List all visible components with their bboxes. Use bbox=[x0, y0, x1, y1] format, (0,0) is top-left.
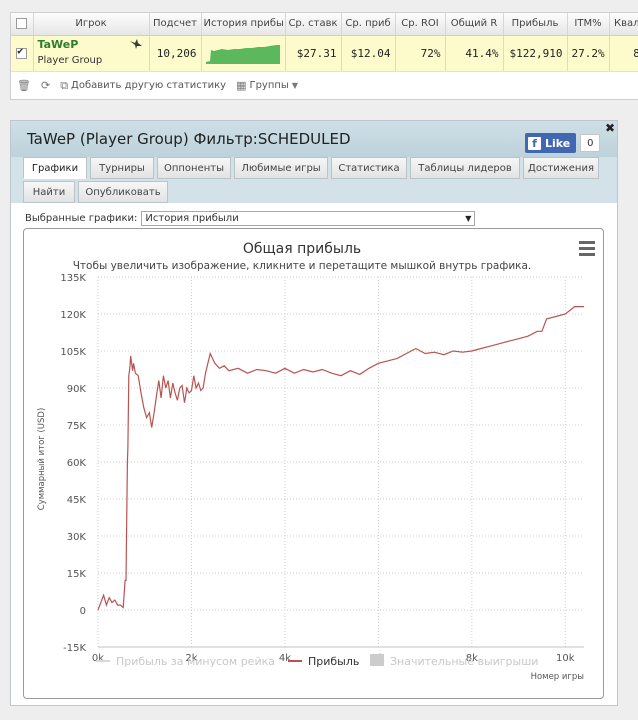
y-tick-label: 60K bbox=[67, 458, 87, 469]
charts-content: Выбранные графики: История прибыли ▼ -15… bbox=[11, 203, 617, 705]
select-all-checkbox[interactable] bbox=[16, 18, 28, 29]
y-tick-label: 0 bbox=[80, 606, 86, 617]
y-tick-label: 15K bbox=[67, 569, 87, 580]
itm-cell: 27.2% bbox=[567, 35, 610, 71]
avg-profit-cell: $12.04 bbox=[341, 35, 396, 71]
col-header-count[interactable]: Подсчет bbox=[149, 13, 202, 36]
series-line-profit bbox=[97, 305, 584, 611]
add-stat-button[interactable]: ⧉ Добавить другую статистику bbox=[60, 79, 226, 93]
chart-select-dropdown[interactable]: История прибыли ▼ bbox=[141, 211, 476, 226]
col-header-history[interactable]: История прибы bbox=[201, 13, 286, 36]
tab-find[interactable]: Найти bbox=[23, 181, 75, 203]
table-toolbar: 🗑 ⟳ ⧉ Добавить другую статистику ▦ Групп… bbox=[11, 71, 638, 99]
quali-cell: 89 bbox=[609, 35, 638, 71]
legend-item-label: Прибыль за минусом рейка bbox=[116, 655, 275, 668]
like-count: 0 bbox=[580, 134, 601, 152]
history-cell bbox=[201, 35, 286, 71]
y-tick-label: -15K bbox=[63, 643, 86, 654]
chart-select-value: История прибыли bbox=[145, 213, 239, 224]
legend-item-label: Значительные выигрыши bbox=[390, 655, 538, 668]
grid-icon: ▦ bbox=[236, 79, 247, 92]
tab-charts[interactable]: Графики bbox=[23, 157, 87, 179]
avg-stake-cell: $27.31 bbox=[285, 35, 342, 71]
y-tick-label: 30K bbox=[67, 532, 87, 543]
tab-bar: Графики Турниры Оппоненты Любимые игры С… bbox=[11, 157, 617, 203]
bird-icon bbox=[129, 38, 142, 49]
trash-icon[interactable]: 🗑 bbox=[17, 79, 31, 92]
col-header-profit[interactable]: Прибыль bbox=[503, 13, 568, 36]
col-header-avg-profit[interactable]: Ср. приб bbox=[341, 13, 396, 36]
tab-achievements[interactable]: Достижения bbox=[523, 157, 599, 179]
x-tick-label: 10k bbox=[556, 653, 575, 664]
y-axis-label: Суммарный итог (USD) bbox=[37, 408, 47, 511]
facebook-like-button[interactable]: f Like bbox=[525, 133, 577, 153]
stats-table: Игрок Подсчет История прибы Ср. ставк Ср… bbox=[11, 13, 638, 71]
y-tick-label: 75K bbox=[67, 421, 87, 432]
panel-title: TaWeP (Player Group) Фильтр:SCHEDULED bbox=[27, 130, 351, 148]
groups-dropdown[interactable]: ▦ Группы ▼ bbox=[236, 79, 298, 92]
player-cell[interactable]: TaWeP Player Group bbox=[33, 35, 150, 71]
y-tick-label: 45K bbox=[67, 495, 87, 506]
y-tick-label: 135K bbox=[60, 273, 86, 284]
tab-publish[interactable]: Опубликовать bbox=[78, 181, 168, 203]
col-header-total-roi[interactable]: Общий R bbox=[445, 13, 504, 36]
select-all-cell[interactable] bbox=[11, 13, 34, 36]
chart-select-row: Выбранные графики: История прибыли ▼ bbox=[25, 211, 476, 226]
avg-roi-cell: 72% bbox=[395, 35, 446, 71]
col-header-quali[interactable]: Квали bbox=[609, 13, 638, 36]
refresh-icon[interactable]: ⟳ bbox=[41, 79, 50, 92]
table-row[interactable]: TaWeP Player Group 10,206 $27.31 $12.04 … bbox=[11, 35, 638, 71]
legend-item-label: Прибыль bbox=[308, 655, 359, 668]
dropdown-arrow-icon: ▼ bbox=[465, 214, 472, 223]
y-tick-label: 105K bbox=[60, 347, 86, 358]
profit-chart[interactable]: -15K 0 15K 30K 45K 60K 75K 90K 105K 120K 135K 0k 2k 4… bbox=[23, 228, 604, 699]
x-axis-label: Номер игры bbox=[531, 672, 584, 682]
chart-subtitle: Чтобы увеличить изображение, кликните и … bbox=[73, 260, 532, 272]
close-icon[interactable]: ✖ bbox=[605, 121, 615, 135]
row-checkbox[interactable] bbox=[16, 46, 28, 60]
chart-menu-icon[interactable] bbox=[579, 241, 595, 259]
chevron-down-icon: ▼ bbox=[291, 81, 298, 90]
tab-statistics[interactable]: Статистика bbox=[331, 157, 407, 179]
y-tick-label: 120K bbox=[60, 310, 86, 321]
count-cell: 10,206 bbox=[149, 35, 202, 71]
tab-opponents[interactable]: Оппоненты bbox=[157, 157, 231, 179]
copy-icon: ⧉ bbox=[60, 78, 69, 92]
col-header-player[interactable]: Игрок bbox=[33, 13, 150, 36]
chart-canvas[interactable]: -15K015K30K45K60K75K90K105K120K135K0k 2k 4… bbox=[24, 229, 604, 699]
total-roi-cell: 41.4% bbox=[445, 35, 504, 71]
profit-sparkline bbox=[206, 45, 280, 65]
tab-leaderboards[interactable]: Таблицы лидеров bbox=[410, 157, 520, 179]
profit-cell: $122,910 bbox=[503, 35, 568, 71]
player-group-label: Player Group bbox=[37, 55, 103, 67]
col-header-avg-roi[interactable]: Ср. ROI bbox=[395, 13, 446, 36]
player-panel: TaWeP (Player Group) Фильтр:SCHEDULED f … bbox=[10, 120, 618, 706]
panel-header: TaWeP (Player Group) Фильтр:SCHEDULED f … bbox=[11, 121, 617, 157]
table-header-row: Игрок Подсчет История прибы Ср. ставк Ср… bbox=[11, 13, 638, 36]
groups-label: Группы bbox=[249, 80, 289, 91]
row-select-cell[interactable] bbox=[11, 35, 34, 71]
tab-tournaments[interactable]: Турниры bbox=[90, 157, 154, 179]
facebook-icon: f bbox=[528, 136, 541, 150]
stats-table-panel: Игрок Подсчет История прибы Ср. ставк Ср… bbox=[10, 12, 638, 100]
add-stat-label: Добавить другую статистику bbox=[71, 80, 227, 91]
x-tick-label: 0k bbox=[92, 653, 104, 664]
y-tick-label: 90K bbox=[67, 384, 87, 395]
legend-swatch bbox=[370, 654, 384, 666]
like-label: Like bbox=[545, 136, 571, 150]
facebook-like: f Like 0 bbox=[525, 133, 601, 153]
x-tick-label: 4k bbox=[279, 653, 291, 664]
col-header-avg-stake[interactable]: Ср. ставк bbox=[285, 13, 342, 36]
col-header-itm[interactable]: ITM% bbox=[567, 13, 610, 36]
tab-favorite-games[interactable]: Любимые игры bbox=[234, 157, 328, 179]
chart-select-label: Выбранные графики: bbox=[25, 213, 138, 224]
chart-title: Общая прибыль bbox=[243, 241, 361, 257]
